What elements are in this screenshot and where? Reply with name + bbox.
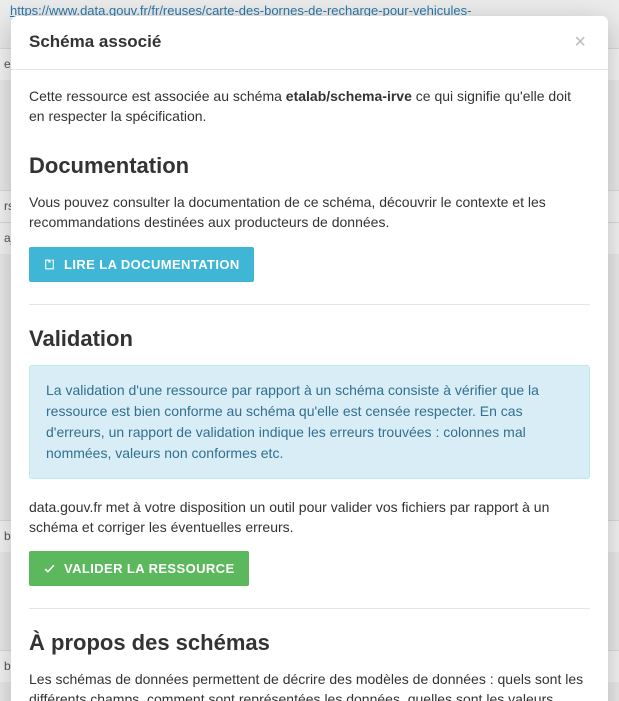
about-heading: À propos des schémas xyxy=(29,627,590,659)
documentation-text: Vous pouvez consulter la documentation d… xyxy=(29,192,590,233)
documentation-heading: Documentation xyxy=(29,150,590,182)
close-button[interactable]: × xyxy=(570,32,590,52)
book-icon xyxy=(43,258,56,271)
validation-text: data.gouv.fr met à votre disposition un … xyxy=(29,497,590,538)
close-icon: × xyxy=(574,32,586,52)
button-label: Lire la documentation xyxy=(64,257,240,272)
validation-info-panel: La validation d'une ressource par rappor… xyxy=(29,365,590,479)
divider xyxy=(29,608,590,609)
validate-resource-button[interactable]: Valider la ressource xyxy=(29,551,249,586)
button-label: Valider la ressource xyxy=(64,561,235,576)
intro-text: Cette ressource est associée au schéma e… xyxy=(29,86,590,127)
divider xyxy=(29,304,590,305)
modal-header: Schéma associé × xyxy=(11,16,608,70)
schema-name: etalab/schema-irve xyxy=(286,88,412,104)
read-documentation-button[interactable]: Lire la documentation xyxy=(29,247,254,282)
modal-title: Schéma associé xyxy=(29,30,161,55)
page-background: https://www.data.gouv.fr/fr/reuses/carte… xyxy=(0,0,619,701)
validation-heading: Validation xyxy=(29,323,590,355)
check-icon xyxy=(43,562,56,575)
schema-modal: Schéma associé × Cette ressource est ass… xyxy=(11,16,608,701)
modal-body: Cette ressource est associée au schéma e… xyxy=(11,70,608,701)
about-text: Les schémas de données permettent de déc… xyxy=(29,669,590,701)
